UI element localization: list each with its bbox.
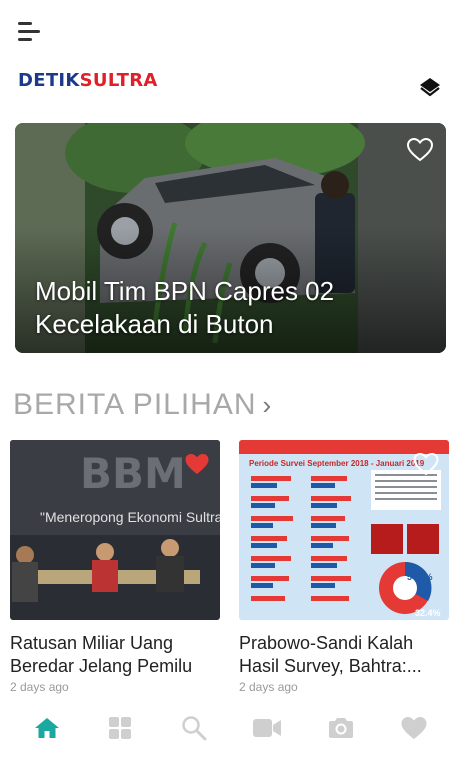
favorite-heart-icon[interactable] [184, 452, 210, 476]
image-text-percent-2: 32.4% [415, 608, 441, 618]
article-title-2: Prabowo-Sandi Kalah Hasil Survey, Bahtra… [239, 633, 422, 676]
section-title-berita-pilihan[interactable]: BERITA PILIHAN › [13, 388, 272, 422]
article-date-2: 2 days ago [239, 680, 298, 694]
hero-favorite-heart-icon[interactable] [406, 137, 434, 163]
search-icon [182, 716, 207, 741]
image-text-survey-header: Periode Survei September 2018 - Januari … [249, 459, 425, 468]
article-card-1[interactable]: BBM "Meneropong Ekonomi Sultra Ratusan M… [10, 440, 220, 694]
hero-article[interactable]: Mobil Tim BPN Capres 02 Kecelakaan di Bu… [15, 123, 446, 353]
nav-video[interactable] [247, 708, 287, 748]
chevron-right-icon: › [262, 390, 273, 420]
nav-photo[interactable] [321, 708, 361, 748]
article-image-2: Periode Survei September 2018 - Januari … [239, 440, 449, 620]
nav-home[interactable] [27, 708, 67, 748]
nav-categories[interactable] [100, 708, 140, 748]
article-image-1: BBM "Meneropong Ekonomi Sultra [10, 440, 220, 620]
article-title-1: Ratusan Miliar Uang Beredar Jelang Pemil… [10, 633, 193, 676]
grid-icon [109, 717, 132, 739]
heart-icon [401, 717, 427, 739]
bottom-navigation [0, 698, 461, 758]
camera-icon [328, 718, 353, 738]
image-text-banner: "Meneropong Ekonomi Sultra [40, 509, 220, 525]
article-date-1: 2 days ago [10, 680, 69, 694]
top-bar [0, 0, 461, 60]
nav-favorites[interactable] [394, 708, 434, 748]
layers-icon[interactable] [419, 76, 441, 98]
hero-title: Mobil Tim BPN Capres 02 Kecelakaan di Bu… [35, 276, 335, 339]
logo-part-sultra: SULTRA [79, 70, 158, 91]
logo-part-detik: DETIK [18, 70, 80, 91]
nav-search[interactable] [174, 708, 214, 748]
home-icon [34, 718, 59, 738]
article-card-2[interactable]: Periode Survei September 2018 - Januari … [239, 440, 449, 694]
image-text-percent-1: 54.9% [407, 572, 433, 582]
favorite-heart-icon[interactable] [413, 452, 439, 476]
video-icon [253, 719, 282, 737]
app-logo[interactable]: DETIKSULTRA [18, 70, 158, 91]
menu-icon[interactable] [18, 20, 44, 44]
section-title-text: BERITA PILIHAN [13, 388, 257, 421]
image-text-bbm: BBM [80, 449, 186, 498]
